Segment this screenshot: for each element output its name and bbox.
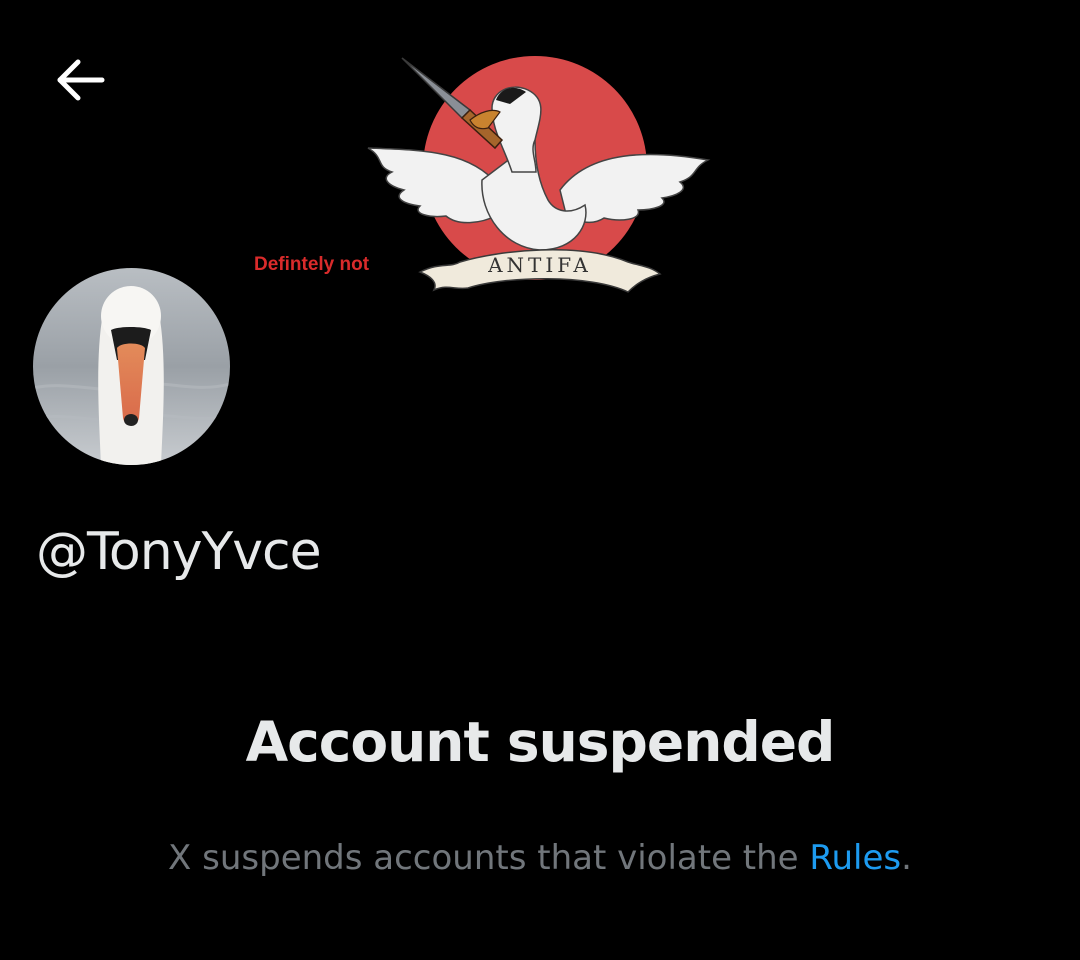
banner-caption: Defintely not: [254, 254, 370, 275]
antifa-scroll-text: ANTIFA: [487, 253, 592, 277]
suspension-description: X suspends accounts that violate the Rul…: [0, 838, 1080, 878]
avatar[interactable]: [33, 268, 230, 465]
profile-handle: @TonyYvce: [36, 522, 322, 582]
rules-link[interactable]: Rules: [809, 838, 901, 878]
suspension-title: Account suspended: [245, 710, 836, 774]
swan-avatar-image: [33, 268, 230, 465]
suspension-trailing: .: [901, 838, 912, 878]
suspension-description-text: X suspends accounts that violate the: [168, 838, 810, 878]
